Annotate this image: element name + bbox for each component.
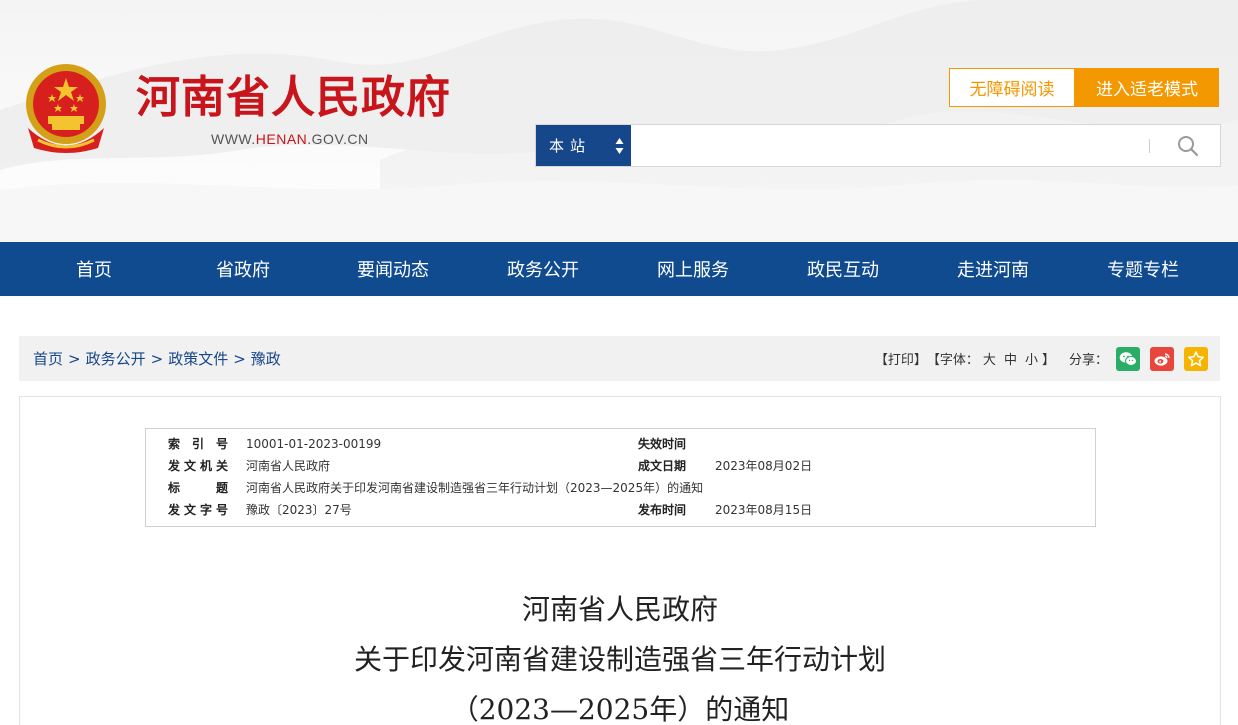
site-url-suffix: .GOV.CN xyxy=(307,131,369,147)
breadcrumb: 首页 > 政务公开 > 政策文件 > 豫政 xyxy=(33,336,281,381)
updown-arrows-icon xyxy=(615,138,624,154)
document-title: 河南省人民政府 关于印发河南省建设制造强省三年行动计划 （2023—2025年）… xyxy=(20,585,1220,725)
site-url: WWW.HENAN.GOV.CN xyxy=(211,131,369,147)
nav-item-provincial-government[interactable]: 省政府 xyxy=(168,242,318,296)
search-box: 本站 xyxy=(535,124,1221,167)
meta-row: 发文机关 河南省人民政府 成文日期 2023年08月02日 xyxy=(146,455,1095,477)
document-title-line-2: 关于印发河南省建设制造强省三年行动计划 xyxy=(353,643,886,676)
search-input[interactable] xyxy=(632,125,1142,166)
document-metadata-table: 索引号 10001-01-2023-00199 失效时间 发文机关 河南省人民政… xyxy=(145,428,1096,527)
meta-label-publish-date: 发布时间 xyxy=(638,503,687,517)
breadcrumb-yuzheng[interactable]: 豫政 xyxy=(251,348,281,369)
national-emblem-icon xyxy=(26,64,106,153)
meta-label-expire: 失效时间 xyxy=(638,437,687,451)
search-scope-select[interactable]: 本站 xyxy=(536,125,631,166)
main-nav: 首页 省政府 要闻动态 政务公开 网上服务 政民互动 走进河南 专题专栏 xyxy=(0,242,1238,296)
meta-row: 发文字号 豫政〔2023〕27号 发布时间 2023年08月15日 xyxy=(146,499,1095,521)
font-medium-button[interactable]: 中 xyxy=(1004,349,1017,368)
nav-item-government-affairs[interactable]: 政务公开 xyxy=(468,242,618,296)
nav-item-interaction[interactable]: 政民互动 xyxy=(768,242,918,296)
site-url-prefix: WWW. xyxy=(211,131,256,147)
meta-value-written-date: 2023年08月02日 xyxy=(715,459,813,473)
article-content: 索引号 10001-01-2023-00199 失效时间 发文机关 河南省人民政… xyxy=(19,396,1221,725)
nav-item-about-henan[interactable]: 走进河南 xyxy=(918,242,1068,296)
font-small-button[interactable]: 小 xyxy=(1025,349,1038,368)
meta-label-index: 索引号 xyxy=(168,437,228,451)
search-divider xyxy=(1149,139,1150,153)
wechat-icon[interactable] xyxy=(1116,346,1140,371)
meta-value-document-number: 豫政〔2023〕27号 xyxy=(246,503,352,517)
document-title-line-3: （2023—2025年）的通知 xyxy=(450,693,790,725)
font-size-suffix: 】 xyxy=(1041,353,1055,368)
meta-label-written-date: 成文日期 xyxy=(638,459,687,473)
document-title-line-1: 河南省人民政府 xyxy=(521,593,718,626)
print-button[interactable]: 【打印】 xyxy=(875,349,927,368)
share-label: 分享： xyxy=(1068,353,1108,368)
font-large-button[interactable]: 大 xyxy=(983,349,996,368)
font-size-prefix: 【字体： xyxy=(926,353,979,368)
search-icon[interactable] xyxy=(1176,134,1202,158)
nav-item-news[interactable]: 要闻动态 xyxy=(318,242,468,296)
breadcrumb-home[interactable]: 首页 xyxy=(33,348,63,369)
meta-value-title: 河南省人民政府关于印发河南省建设制造强省三年行动计划（2023—2025年）的通… xyxy=(246,481,704,495)
breadcrumb-separator: > xyxy=(150,349,164,368)
meta-row: 标题 河南省人民政府关于印发河南省建设制造强省三年行动计划（2023—2025年… xyxy=(146,477,1095,499)
search-scope-label: 本站 xyxy=(549,137,592,155)
site-title: 河南省人民政府 xyxy=(136,72,451,123)
site-header: 河南省人民政府 WWW.HENAN.GOV.CN 无障碍阅读 进入适老模式 本站 xyxy=(0,0,1238,242)
accessibility-button[interactable]: 无障碍阅读 xyxy=(949,68,1075,107)
nav-item-online-services[interactable]: 网上服务 xyxy=(618,242,768,296)
weibo-icon[interactable] xyxy=(1150,346,1174,371)
meta-value-publish-date: 2023年08月15日 xyxy=(715,503,813,517)
meta-label-document-number: 发文字号 xyxy=(168,503,228,517)
nav-item-home[interactable]: 首页 xyxy=(0,242,168,296)
meta-label-title: 标题 xyxy=(168,481,228,495)
meta-label-issuer: 发文机关 xyxy=(168,459,228,473)
page-tools: 【打印】 【字体： 大 中 小 】 分享： xyxy=(875,336,1208,381)
breadcrumb-separator: > xyxy=(68,349,81,368)
breadcrumb-separator: > xyxy=(233,349,246,368)
meta-value-issuer: 河南省人民政府 xyxy=(246,459,331,473)
nav-item-special-topics[interactable]: 专题专栏 xyxy=(1068,242,1218,296)
meta-row: 索引号 10001-01-2023-00199 失效时间 xyxy=(146,433,1095,455)
breadcrumb-policy-documents[interactable]: 政策文件 xyxy=(168,348,228,369)
breadcrumb-bar: 首页 > 政务公开 > 政策文件 > 豫政 【打印】 【字体： 大 中 小 】 … xyxy=(19,336,1220,381)
site-url-highlight: HENAN xyxy=(255,131,308,147)
favorite-icon[interactable] xyxy=(1184,346,1208,371)
meta-value-index: 10001-01-2023-00199 xyxy=(246,437,382,451)
elder-mode-button[interactable]: 进入适老模式 xyxy=(1075,68,1219,107)
breadcrumb-government-affairs[interactable]: 政务公开 xyxy=(86,348,146,369)
